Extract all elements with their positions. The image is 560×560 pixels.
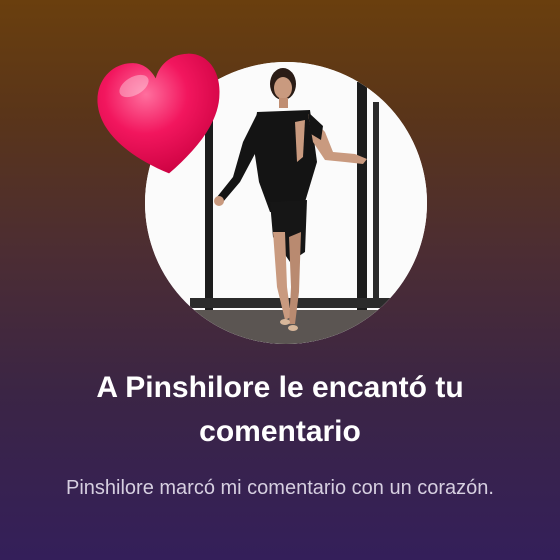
notification-title: A Pinshilore le encantó tu comentario [96,371,464,448]
heart-icon [97,53,220,174]
notification-message: Pinshilore marcó mi comentario con un co… [66,477,494,499]
like-notification: A Pinshilore le encantó tu comentario Pi… [0,0,560,560]
